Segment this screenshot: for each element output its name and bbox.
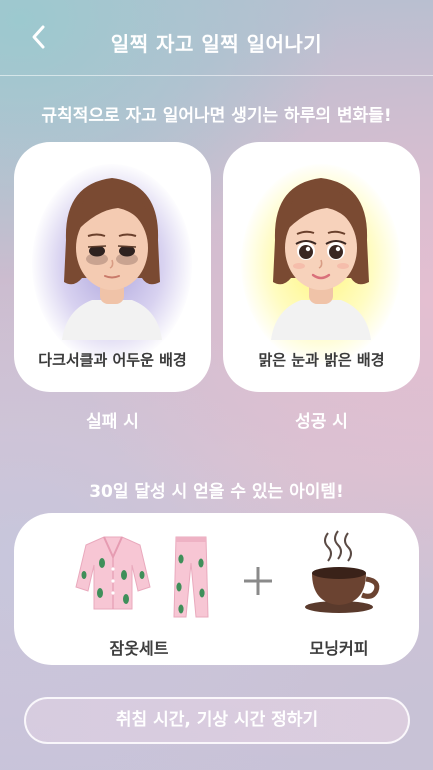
reward-item-coffee: 모닝커피	[284, 523, 394, 658]
plus-icon	[244, 567, 272, 595]
reward-item-pajama: 잠옷세트	[64, 523, 214, 658]
success-caption: 맑은 눈과 밝은 배경	[258, 351, 385, 369]
fail-avatar-card: 다크서클과 어두운 배경	[14, 142, 211, 392]
fail-caption: 다크서클과 어두운 배경	[38, 351, 187, 369]
reward-item-label: 모닝커피	[309, 639, 369, 658]
pajama-set-icon	[75, 536, 209, 618]
rewards-card: 잠옷세트 모닝커피	[14, 513, 419, 665]
set-sleep-wake-time-button[interactable]: 취침 시간, 기상 시간 정하기	[24, 697, 410, 744]
tired-avatar-image	[62, 178, 162, 340]
refreshed-avatar-image	[271, 178, 371, 340]
reward-item-label: 잠옷세트	[109, 639, 169, 658]
header-divider	[0, 75, 433, 76]
success-avatar-card: 맑은 눈과 밝은 배경	[223, 142, 420, 392]
success-result-label: 성공 시	[295, 412, 348, 432]
intro-subtitle: 규칙적으로 자고 일어나면 생기는 하루의 변화들!	[41, 106, 392, 126]
fail-result-label: 실패 시	[86, 412, 139, 432]
coffee-cup-icon	[305, 530, 380, 613]
rewards-title: 30일 달성 시 얻을 수 있는 아이템!	[89, 482, 344, 502]
page-title: 일찍 자고 일찍 일어나기	[110, 32, 323, 56]
header: 일찍 자고 일찍 일어나기	[0, 0, 433, 76]
